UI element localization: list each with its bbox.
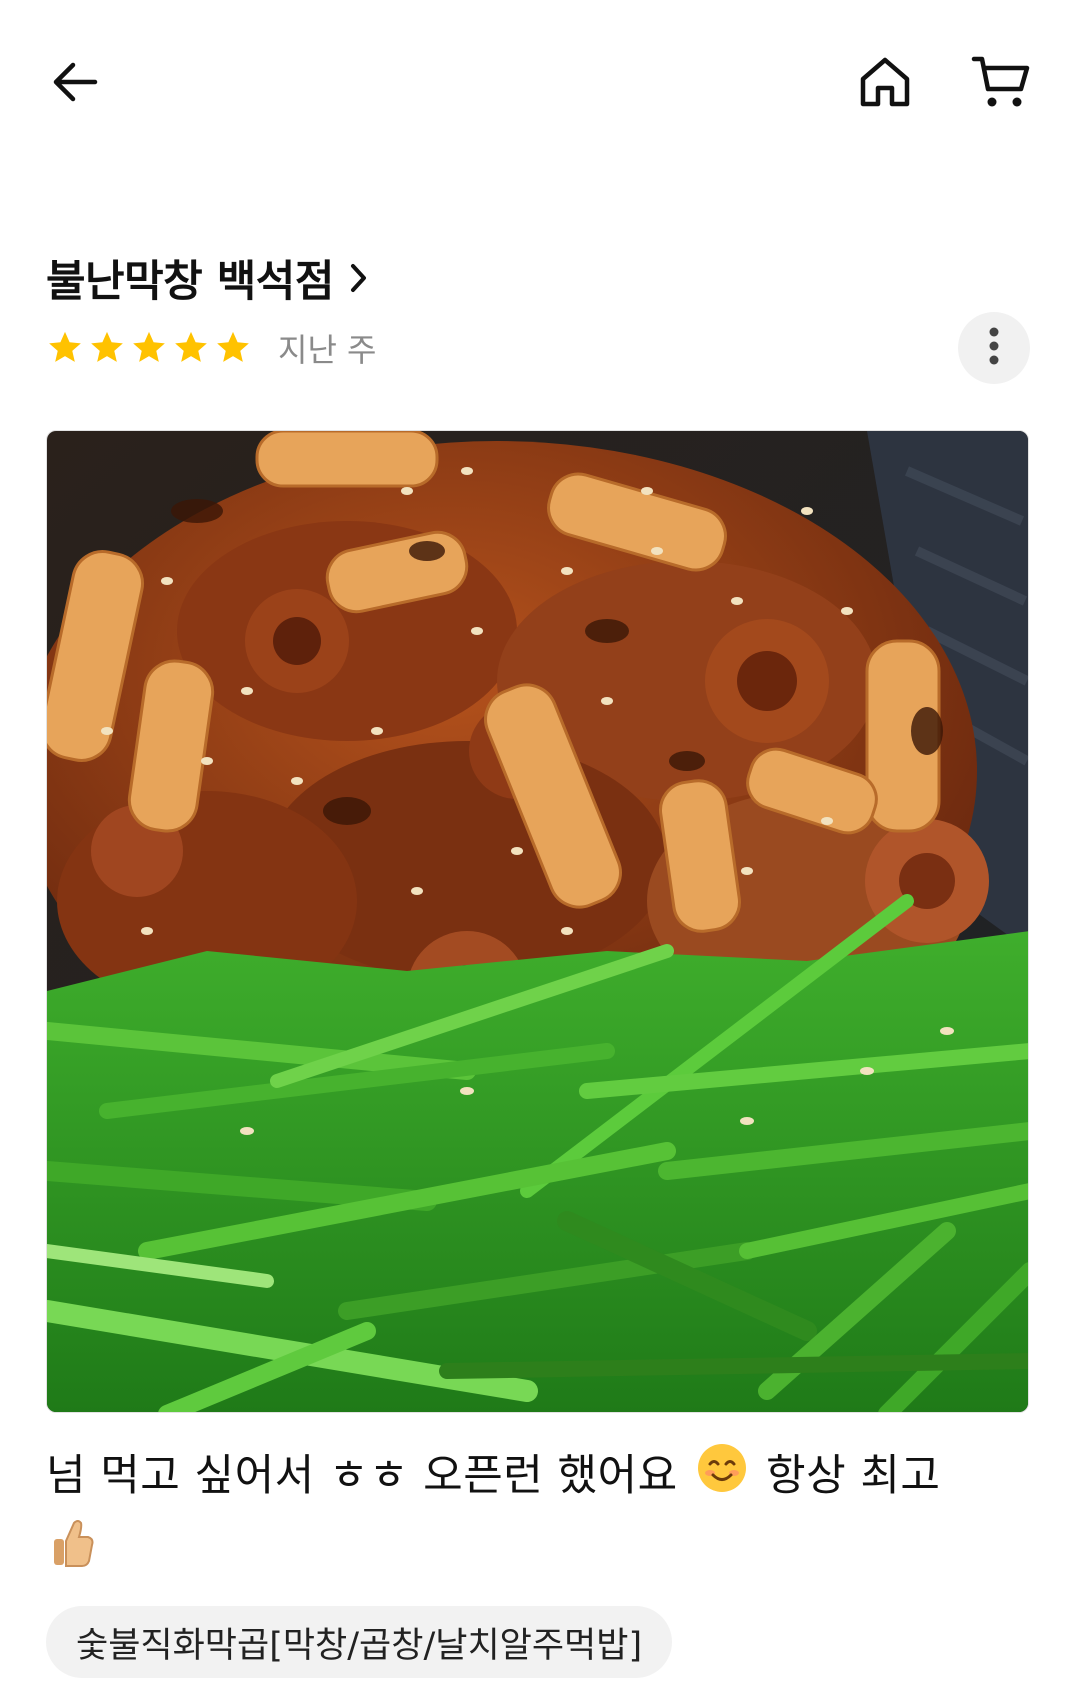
store-name: 불난막창 백석점 <box>46 257 334 307</box>
star-icon <box>88 329 126 367</box>
cart-button[interactable] <box>962 42 1042 122</box>
star-icon <box>172 329 210 367</box>
star-rating <box>46 329 256 367</box>
star-icon <box>46 329 84 367</box>
cart-icon <box>971 53 1033 111</box>
more-vertical-icon <box>988 326 1000 370</box>
thumbs-up-emoji <box>50 1517 96 1591</box>
top-navigation-bar <box>0 0 1080 170</box>
food-photo-image <box>47 431 1028 1412</box>
back-arrow-icon <box>49 56 101 108</box>
smiling-face-emoji <box>696 1442 748 1516</box>
chevron-right-icon <box>348 261 370 295</box>
home-button[interactable] <box>845 42 925 122</box>
store-link[interactable]: 불난막창 백석점 <box>46 248 370 308</box>
review-text-part1: 넘 먹고 싶어서 ㅎㅎ 오픈런 했어요 <box>46 1451 678 1501</box>
more-options-button[interactable] <box>958 312 1030 384</box>
review-text: 넘 먹고 싶어서 ㅎㅎ 오픈런 했어요 항상 최고 <box>46 1440 1036 1591</box>
star-icon <box>214 329 252 367</box>
review-text-part2: 항상 최고 <box>766 1451 941 1501</box>
review-photo[interactable] <box>46 430 1029 1413</box>
home-icon <box>857 54 913 110</box>
review-meta: 지난 주 <box>46 324 377 372</box>
star-icon <box>130 329 168 367</box>
back-button[interactable] <box>35 42 115 122</box>
review-time: 지난 주 <box>278 331 377 369</box>
ordered-menu-tag[interactable]: 숯불직화막곱[막창/곱창/날치알주먹밥] <box>46 1606 673 1678</box>
